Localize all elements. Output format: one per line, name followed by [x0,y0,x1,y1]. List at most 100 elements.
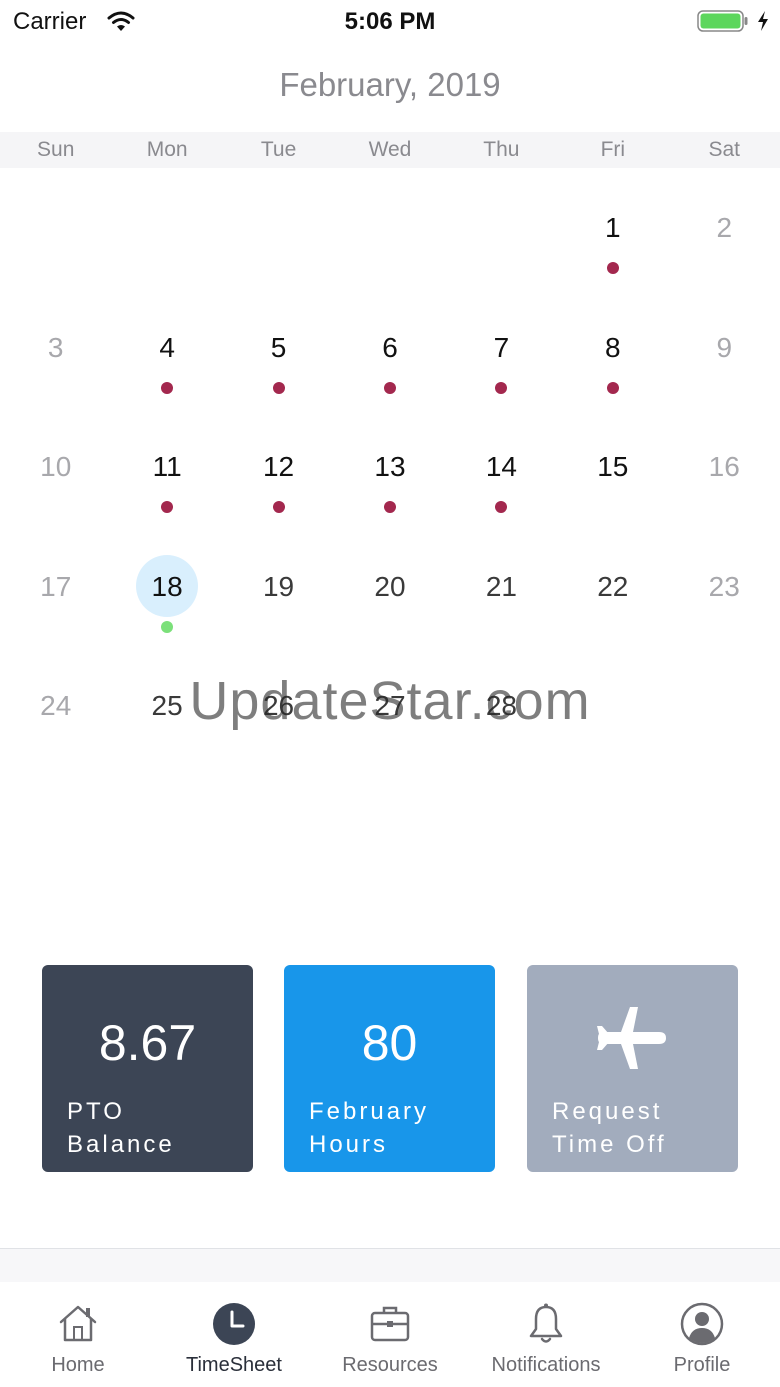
calendar-day-number: 22 [597,570,629,602]
february-hours-card[interactable]: 80 February Hours [284,965,495,1172]
home-icon [59,1305,97,1342]
battery-icon [697,10,748,32]
calendar-day-26[interactable]: 26 [223,646,334,766]
timesheet-entry-dot [606,381,619,394]
month-title: February, 2019 [279,66,501,103]
timesheet-entry-dot [606,262,619,274]
request-time-off-button[interactable]: Request Time Off [527,965,738,1172]
tab-label: Profile [673,1354,731,1376]
calendar-day-number: 18 [151,570,183,602]
clock-time: 5:06 PM [344,8,436,35]
calendar-day-18[interactable]: 18 [111,527,222,647]
calendar-day-number: 25 [151,690,183,721]
calendar-day-13[interactable]: 13 [334,407,445,527]
briefcase-icon [370,1306,410,1342]
calendar-day-number: 2 [716,212,733,243]
february-hours-label: February Hours [309,1095,429,1161]
calendar-day-number: 28 [485,690,517,721]
calendar-day-number: 23 [708,570,740,602]
timesheet-entry-dot [161,381,174,394]
calendar-day-10[interactable]: 10 [0,407,111,527]
pto-balance-label: PTO Balance [67,1095,175,1161]
calendar-day-20[interactable]: 20 [334,527,445,647]
calendar-day-27[interactable]: 27 [334,646,445,766]
tab-label: TimeSheet [186,1354,282,1376]
calendar-day-number: 7 [493,331,510,363]
calendar-day-9[interactable]: 9 [669,288,780,408]
timesheet-entry-dot [161,501,174,513]
summary-cards: 8.67 PTO Balance 80 February Hours Reque… [42,965,738,1172]
calendar-week-row: 10 11 12 13 14 15 16 [0,407,780,527]
calendar-empty-cell [111,168,222,288]
weekday-label: Sun [37,138,75,161]
calendar-grid: 1 2 3 4 5 6 7 8 9 10 11 12 13 14 15 16 17 18 19 20 21 22 23 24 2… [0,168,780,766]
calendar-day-17[interactable]: 17 [0,527,111,647]
calendar-day-25[interactable]: 25 [111,646,222,766]
pto-balance-card[interactable]: 8.67 PTO Balance [42,965,253,1172]
calendar-empty-cell [557,646,668,766]
weekday-label: Thu [483,138,520,161]
airplane-icon [597,1007,666,1069]
calendar-day-number: 6 [382,331,398,363]
calendar-day-number: 27 [374,690,406,721]
calendar-day-5[interactable]: 5 [223,288,334,408]
weekday-label: Fri [600,138,626,161]
calendar-day-number: 15 [597,451,629,482]
tab-profile[interactable]: Profile [624,1282,780,1387]
calendar-day-1[interactable]: 1 [557,168,668,288]
tab-label: Resources [342,1354,438,1376]
calendar-day-number: 4 [159,331,175,363]
calendar-day-number: 9 [716,331,733,363]
calendar-day-16[interactable]: 16 [669,407,780,527]
calendar-day-7[interactable]: 7 [446,288,557,408]
timesheet-entry-dot [272,501,285,513]
calendar-day-22[interactable]: 22 [557,527,668,647]
february-hours-value: 80 [361,1015,418,1071]
calendar-day-number: 21 [485,570,517,602]
tab-timesheet[interactable]: TimeSheet [156,1282,312,1387]
calendar-day-number: 5 [270,331,287,363]
bell-icon [529,1303,563,1343]
calendar-day-28[interactable]: 28 [446,646,557,766]
charging-bolt-icon [758,11,768,31]
tab-home[interactable]: Home [0,1282,156,1387]
calendar-day-number: 12 [262,451,295,482]
calendar-day-12[interactable]: 12 [223,407,334,527]
calendar-day-19[interactable]: 19 [223,527,334,647]
tab-label: Home [51,1354,105,1376]
calendar-day-6[interactable]: 6 [334,288,445,408]
card-label-line: Balance [67,1131,175,1158]
calendar-day-number: 1 [605,212,621,243]
calendar-day-14[interactable]: 14 [446,407,557,527]
calendar-empty-cell [669,646,780,766]
tab-notifications[interactable]: Notifications [468,1282,624,1387]
tab-bar: Home TimeSheet Resources Notifications P… [0,1282,780,1387]
calendar-day-number: 19 [262,570,295,602]
card-label-line: Time Off [552,1131,667,1158]
calendar-day-23[interactable]: 23 [669,527,780,647]
calendar-day-number: 3 [47,331,64,363]
calendar-day-24[interactable]: 24 [0,646,111,766]
status-bar: Carrier 5:06 PM [0,0,780,44]
calendar-empty-cell [446,168,557,288]
weekday-header: Sun Mon Tue Wed Thu Fri Sat [0,132,780,168]
tab-label: Notifications [491,1354,601,1376]
calendar-day-11[interactable]: 11 [111,407,222,527]
calendar-week-row: 24 25 26 27 28 [0,646,780,766]
calendar-day-number: 8 [605,331,621,363]
calendar-day-number: 24 [40,690,72,721]
calendar-day-15[interactable]: 15 [557,407,668,527]
calendar-day-2[interactable]: 2 [669,168,780,288]
calendar-day-number: 11 [152,451,182,482]
request-time-off-label: Request Time Off [552,1095,667,1161]
calendar-day-21[interactable]: 21 [446,527,557,647]
timesheet-entry-dot [383,381,396,394]
calendar-day-4[interactable]: 4 [111,288,222,408]
card-label-line: Request [552,1098,663,1125]
calendar-week-row: 12 [0,168,780,288]
card-label-line: February [309,1098,430,1125]
calendar-day-3[interactable]: 3 [0,288,111,408]
calendar-day-8[interactable]: 8 [557,288,668,408]
tab-bar-spacer [0,1249,780,1282]
tab-resources[interactable]: Resources [312,1282,468,1387]
